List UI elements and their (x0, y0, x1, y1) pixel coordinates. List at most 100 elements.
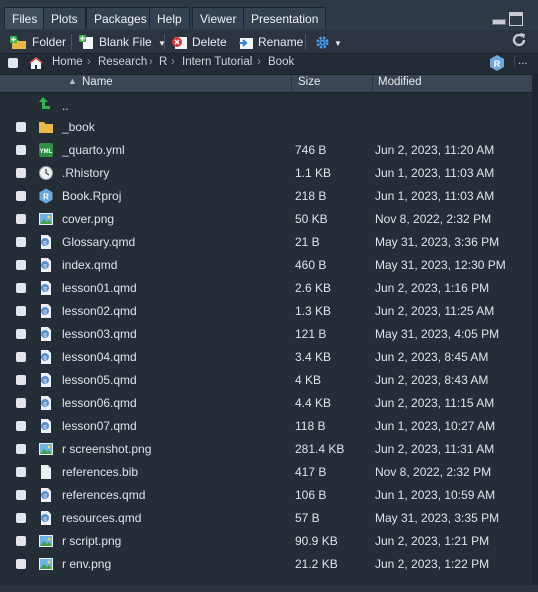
file-name[interactable]: index.qmd (62, 258, 117, 272)
file-row[interactable]: q lesson02.qmd 1.3 KB Jun 2, 2023, 11:25 AM (0, 300, 532, 323)
file-row[interactable]: q references.qmd 106 B Jun 1, 2023, 10:59 A… (0, 484, 532, 507)
row-checkbox[interactable] (16, 421, 26, 431)
select-all-checkbox[interactable] (8, 58, 18, 68)
row-checkbox[interactable] (16, 490, 26, 500)
file-name[interactable]: lesson06.qmd (62, 396, 137, 410)
file-row[interactable]: q lesson01.qmd 2.6 KB Jun 2, 2023, 1:16 PM (0, 277, 532, 300)
tab-packages[interactable]: Packages (86, 7, 155, 29)
file-row[interactable]: q lesson07.qmd 118 B Jun 1, 2023, 10:27 AM (0, 415, 532, 438)
delete-button[interactable]: Delete (172, 33, 227, 51)
tab-plots[interactable]: Plots (43, 7, 86, 29)
row-checkbox[interactable] (16, 214, 26, 224)
file-row[interactable]: q Glossary.qmd 21 B May 31, 2023, 3:36 PM (0, 231, 532, 254)
file-modified: Jun 2, 2023, 11:31 AM (375, 442, 495, 456)
file-name[interactable]: lesson02.qmd (62, 304, 137, 318)
file-size: 50 KB (295, 212, 328, 226)
tab-files[interactable]: Files (4, 7, 46, 29)
scrollbar[interactable] (532, 75, 538, 585)
svg-text:q: q (43, 425, 46, 431)
gear-icon (316, 36, 329, 49)
svg-text:q: q (43, 379, 46, 385)
minimize-pane-icon[interactable] (492, 19, 506, 25)
quarto-file-icon: q (41, 258, 51, 272)
file-row[interactable]: R Book.Rproj 218 B Jun 1, 2023, 11:03 AM (0, 185, 532, 208)
file-name[interactable]: lesson04.qmd (62, 350, 137, 364)
refresh-button[interactable] (511, 32, 527, 50)
row-checkbox[interactable] (16, 329, 26, 339)
row-checkbox[interactable] (16, 260, 26, 270)
rename-button[interactable]: Rename (238, 33, 303, 51)
column-header-size[interactable]: Size (298, 76, 320, 88)
maximize-pane-icon[interactable] (509, 12, 523, 26)
more-options-button[interactable]: ... (514, 55, 528, 67)
breadcrumb-research[interactable]: Research (98, 56, 147, 68)
r-project-icon[interactable]: R (490, 55, 504, 71)
row-checkbox[interactable] (16, 145, 26, 155)
new-folder-button[interactable]: Folder (10, 33, 66, 51)
new-blank-file-button[interactable]: Blank File ▼ (79, 33, 166, 51)
row-checkbox[interactable] (16, 444, 26, 454)
r-project-icon: R (39, 188, 53, 204)
breadcrumb-intern-tutorial[interactable]: Intern Tutorial (182, 56, 252, 68)
file-size: 90.9 KB (295, 534, 338, 548)
row-checkbox[interactable] (16, 467, 26, 477)
file-name[interactable]: lesson05.qmd (62, 373, 137, 387)
row-checkbox[interactable] (16, 559, 26, 569)
row-checkbox[interactable] (16, 237, 26, 247)
file-name[interactable]: lesson03.qmd (62, 327, 137, 341)
file-name[interactable]: _quarto.yml (62, 143, 125, 157)
file-name[interactable]: r screenshot.png (62, 442, 151, 456)
file-name[interactable]: lesson07.qmd (62, 419, 137, 433)
row-checkbox[interactable] (16, 375, 26, 385)
quarto-file-icon: q (41, 396, 51, 410)
file-name[interactable]: references.qmd (62, 488, 145, 502)
row-checkbox[interactable] (16, 168, 26, 178)
folder-row[interactable]: _book (0, 116, 532, 139)
more-settings-button[interactable]: ▼ (315, 33, 342, 51)
file-name[interactable]: r script.png (62, 534, 121, 548)
row-checkbox[interactable] (16, 283, 26, 293)
parent-directory-row[interactable]: .. (0, 93, 532, 116)
folder-icon (39, 122, 53, 133)
file-row[interactable]: q lesson06.qmd 4.4 KB Jun 2, 2023, 11:15 AM (0, 392, 532, 415)
file-name[interactable]: cover.png (62, 212, 114, 226)
file-row[interactable]: .Rhistory 1.1 KB Jun 1, 2023, 11:03 AM (0, 162, 532, 185)
file-row[interactable]: q lesson04.qmd 3.4 KB Jun 2, 2023, 8:45 AM (0, 346, 532, 369)
row-checkbox[interactable] (16, 352, 26, 362)
file-name[interactable]: Glossary.qmd (62, 235, 135, 249)
file-name[interactable]: .Rhistory (62, 166, 109, 180)
file-name[interactable]: lesson01.qmd (62, 281, 137, 295)
file-row[interactable]: q resources.qmd 57 B May 31, 2023, 3:35 PM (0, 507, 532, 530)
row-checkbox[interactable] (16, 513, 26, 523)
file-row[interactable]: r script.png 90.9 KB Jun 2, 2023, 1:21 PM (0, 530, 532, 553)
breadcrumb-home[interactable]: Home (52, 56, 83, 68)
breadcrumb-r[interactable]: R (159, 56, 167, 68)
file-row[interactable]: q lesson05.qmd 4 KB Jun 2, 2023, 8:43 AM (0, 369, 532, 392)
svg-text:YML: YML (40, 149, 53, 155)
row-checkbox[interactable] (16, 536, 26, 546)
file-row[interactable]: q lesson03.qmd 121 B May 31, 2023, 4:05 PM (0, 323, 532, 346)
row-checkbox[interactable] (16, 191, 26, 201)
file-row[interactable]: q index.qmd 460 B May 31, 2023, 12:30 PM (0, 254, 532, 277)
home-icon[interactable] (28, 56, 44, 70)
row-checkbox[interactable] (16, 122, 26, 132)
tab-help[interactable]: Help (149, 7, 190, 29)
row-checkbox[interactable] (16, 398, 26, 408)
file-name[interactable]: r env.png (62, 557, 111, 571)
breadcrumb-book[interactable]: Book (268, 56, 294, 68)
file-row[interactable]: cover.png 50 KB Nov 8, 2022, 2:32 PM (0, 208, 532, 231)
tab-viewer[interactable]: Viewer (192, 7, 245, 29)
file-row[interactable]: YML _quarto.yml 746 B Jun 2, 2023, 11:20 AM (0, 139, 532, 162)
file-row[interactable]: r env.png 21.2 KB Jun 2, 2023, 1:22 PM (0, 553, 532, 576)
svg-text:R: R (43, 193, 49, 202)
file-name[interactable]: Book.Rproj (62, 189, 121, 203)
file-name[interactable]: _book (62, 120, 95, 134)
file-row[interactable]: r screenshot.png 281.4 KB Jun 2, 2023, 11:… (0, 438, 532, 461)
row-checkbox[interactable] (16, 306, 26, 316)
tab-presentation[interactable]: Presentation (243, 7, 327, 29)
file-row[interactable]: references.bib 417 B Nov 8, 2022, 2:32 PM (0, 461, 532, 484)
column-header-modified[interactable]: Modified (378, 76, 421, 88)
file-name[interactable]: resources.qmd (62, 511, 141, 525)
file-name[interactable]: references.bib (62, 465, 138, 479)
column-header-name[interactable]: Name (82, 76, 113, 88)
